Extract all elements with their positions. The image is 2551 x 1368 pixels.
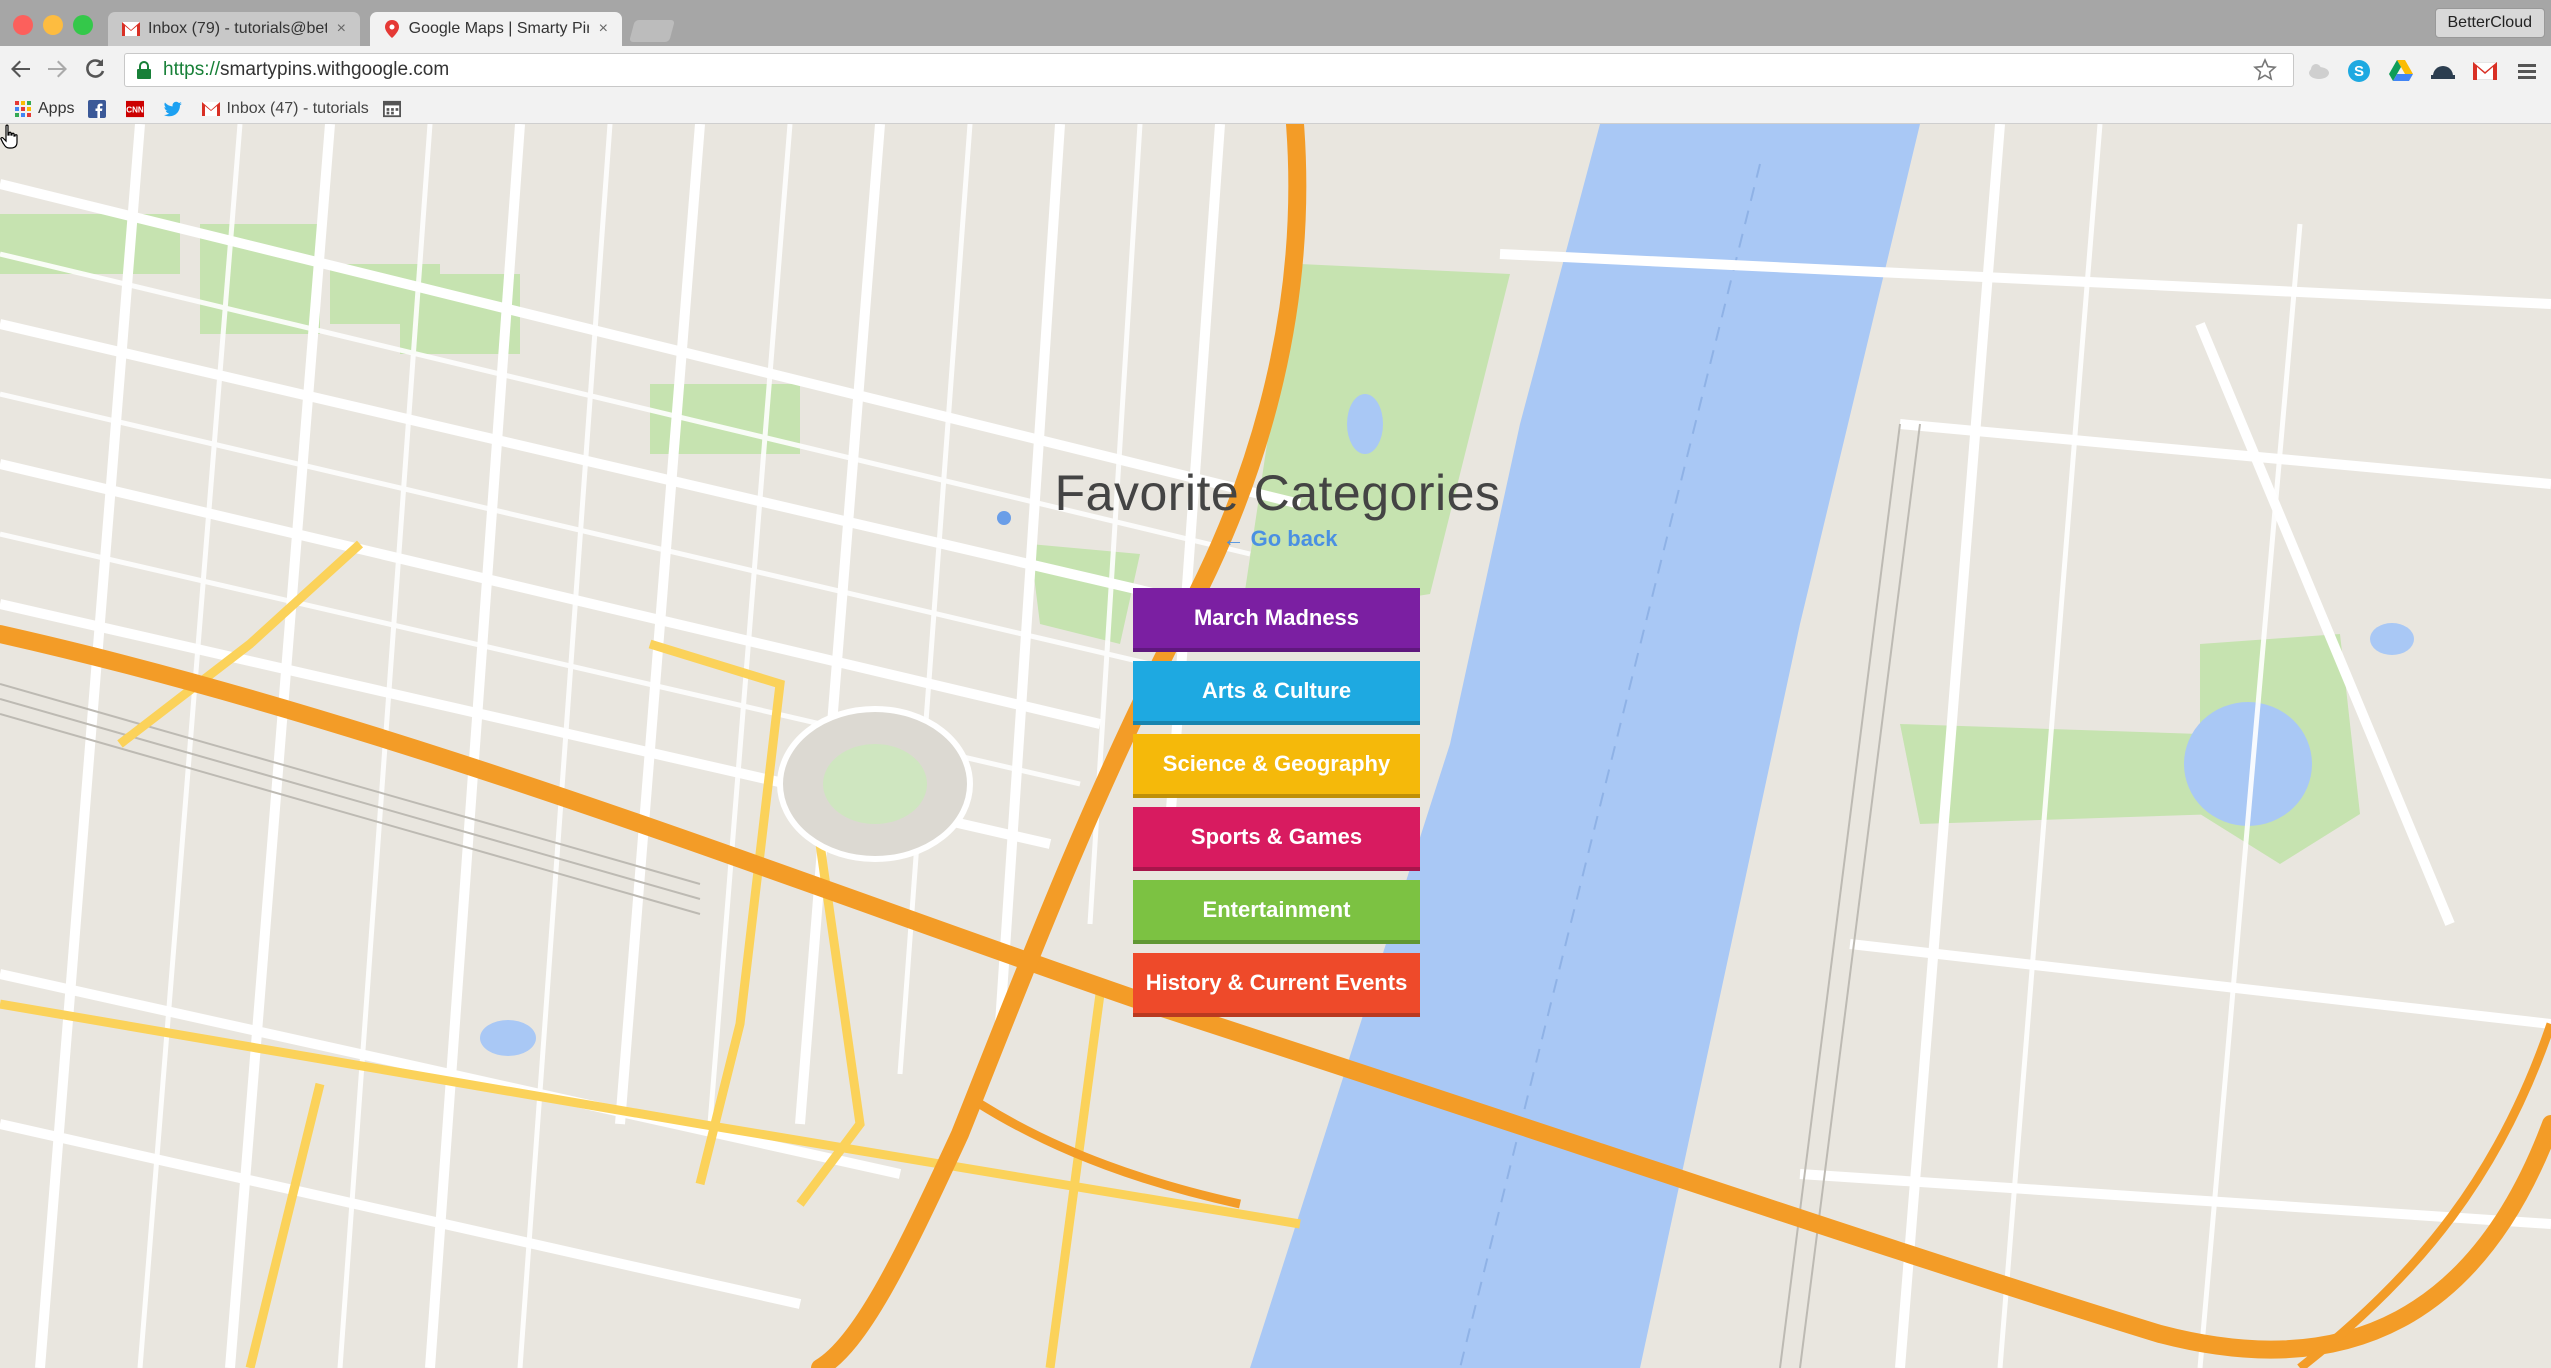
apps-grid-icon xyxy=(14,100,32,118)
forward-arrow-icon xyxy=(48,60,67,78)
tab-smarty-pins[interactable]: Google Maps | Smarty Pins × xyxy=(370,12,622,46)
twitter-icon xyxy=(164,100,183,118)
new-tab-button[interactable] xyxy=(629,20,675,42)
url-host: smartypins.withgoogle.com xyxy=(220,59,450,80)
category-science-geography-button[interactable]: Science & Geography xyxy=(1133,734,1420,798)
gmail-extension-icon[interactable] xyxy=(2472,58,2498,84)
maximize-window-button[interactable] xyxy=(73,15,93,35)
map-pin-icon xyxy=(384,20,401,38)
map-canvas[interactable]: Favorite Categories ← Go back March Madn… xyxy=(0,124,2551,1368)
category-arts-culture-button[interactable]: Arts & Culture xyxy=(1133,661,1420,725)
bookmarks-bar: Apps CNN Inbox (47) - tutorials xyxy=(0,94,2551,124)
extension-cloud-icon[interactable] xyxy=(2306,58,2332,84)
reload-icon xyxy=(86,59,105,78)
lock-icon xyxy=(137,61,151,79)
google-drive-icon[interactable] xyxy=(2388,58,2414,84)
pond xyxy=(480,1020,536,1056)
categories-title: Favorite Categories xyxy=(1054,465,1501,521)
bookmark-calendar[interactable] xyxy=(382,100,407,118)
forward-button[interactable] xyxy=(42,54,72,84)
tab-close-icon[interactable]: × xyxy=(599,20,608,38)
cnn-icon: CNN xyxy=(126,100,145,118)
bookmark-label: Inbox (47) - tutorials xyxy=(226,99,369,117)
bookmark-star-icon[interactable] xyxy=(2253,58,2277,88)
category-entertainment-button[interactable]: Entertainment xyxy=(1133,880,1420,944)
bookmark-twitter[interactable] xyxy=(164,100,188,118)
hand-cursor-icon xyxy=(0,124,18,149)
go-back-link[interactable]: ← Go back xyxy=(1200,526,1360,552)
bookmark-apps[interactable]: Apps xyxy=(14,100,74,118)
pond xyxy=(2370,623,2414,655)
category-history-events-button[interactable]: History & Current Events xyxy=(1133,953,1420,1017)
bookmark-cnn[interactable]: CNN xyxy=(126,100,150,118)
category-sports-games-button[interactable]: Sports & Games xyxy=(1133,807,1420,871)
profile-button[interactable]: BetterCloud xyxy=(2434,8,2545,38)
gmail-icon xyxy=(202,100,221,118)
svg-text:S: S xyxy=(2354,63,2364,80)
browser-toolbar: https://smartypins.withgoogle.com S xyxy=(0,46,2551,94)
address-bar[interactable]: https://smartypins.withgoogle.com xyxy=(124,53,2294,87)
url-protocol: https:// xyxy=(163,59,221,80)
stadium-field xyxy=(823,744,927,824)
browser-titlebar: Inbox (79) - tutorials@bett × Google Map… xyxy=(0,0,2551,46)
tab-inbox[interactable]: Inbox (79) - tutorials@bett × xyxy=(108,12,360,46)
facebook-icon xyxy=(88,99,107,118)
gmail-icon xyxy=(122,20,140,38)
svg-text:CNN: CNN xyxy=(127,105,145,114)
tab-title: Inbox (79) - tutorials@bett xyxy=(148,20,327,37)
category-march-madness-button[interactable]: March Madness xyxy=(1133,588,1420,652)
close-window-button[interactable] xyxy=(13,15,33,35)
tab-title: Google Maps | Smarty Pins xyxy=(408,20,589,37)
extension-cloud-dark-icon[interactable] xyxy=(2430,58,2456,84)
tab-close-icon[interactable]: × xyxy=(337,20,346,38)
chrome-menu-icon[interactable] xyxy=(2514,58,2540,84)
bookmark-label: Apps xyxy=(38,99,75,117)
bookmark-facebook[interactable] xyxy=(88,99,112,118)
minimize-window-button[interactable] xyxy=(43,15,63,35)
calendar-icon xyxy=(382,100,401,118)
back-button[interactable] xyxy=(6,54,36,84)
reload-button[interactable] xyxy=(80,54,110,84)
pond xyxy=(1347,394,1383,454)
back-arrow-icon xyxy=(11,60,30,78)
extension-s-icon[interactable]: S xyxy=(2346,58,2372,84)
bookmark-inbox[interactable]: Inbox (47) - tutorials xyxy=(202,99,369,118)
